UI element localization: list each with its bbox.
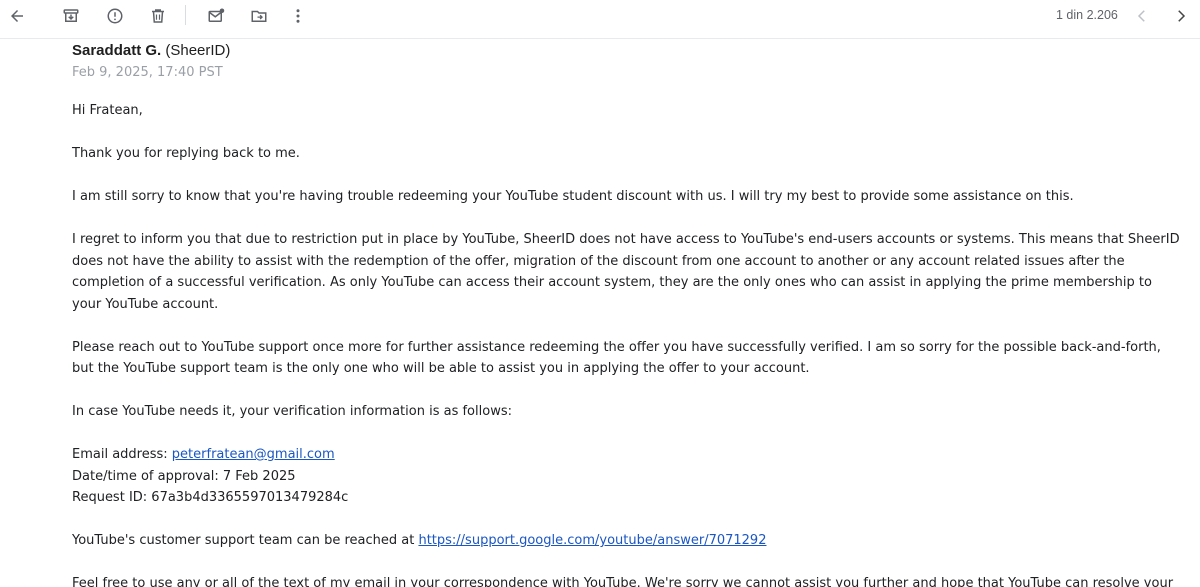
message-counter: 1 din 2.206 (1056, 8, 1118, 22)
newer-button[interactable] (1170, 5, 1192, 27)
mark-unread-button[interactable] (205, 5, 227, 27)
move-to-button[interactable] (248, 5, 270, 27)
chevron-right-icon (1178, 10, 1186, 22)
delete-button[interactable] (147, 5, 169, 27)
message-body: Hi Fratean, Thank you for replying back … (72, 100, 1182, 587)
body-paragraph-1: Thank you for replying back to me. (72, 146, 300, 161)
report-spam-button[interactable] (104, 5, 126, 27)
support-link[interactable]: https://support.google.com/youtube/answe… (418, 533, 766, 548)
archive-icon (63, 9, 79, 22)
back-button[interactable] (6, 5, 28, 27)
arrow-left-icon (11, 10, 23, 22)
support-text: YouTube's customer support team can be r… (72, 533, 419, 548)
report-spam-icon (107, 8, 123, 24)
sender-name[interactable]: Saraddatt G. (72, 42, 161, 59)
approval-line: Date/time of approval: 7 Feb 2025 (72, 468, 296, 484)
more-vertical-icon (296, 9, 300, 23)
body-paragraph-3: I regret to inform you that due to restr… (72, 232, 1180, 312)
trash-icon (152, 9, 164, 23)
toolbar: 1 din 2.206 (0, 0, 1200, 39)
archive-button[interactable] (60, 5, 82, 27)
chevron-left-icon (1137, 10, 1145, 22)
mark-unread-icon (208, 8, 225, 22)
older-button[interactable] (1131, 5, 1153, 27)
greeting: Hi Fratean, (72, 103, 143, 118)
request-id-line: Request ID: 67a3b4d3365597013479284c (72, 490, 349, 505)
body-paragraph-5: In case YouTube needs it, your verificat… (72, 404, 512, 419)
message-date: Feb 9, 2025, 17:40 PST (72, 65, 223, 80)
support-line: YouTube's customer support team can be r… (72, 530, 1182, 552)
email-line: Email address: peterfratean@gmail.com (72, 444, 1182, 466)
sender-org: (SheerID) (161, 42, 231, 59)
more-options-button[interactable] (287, 5, 309, 27)
email-link[interactable]: peterfratean@gmail.com (172, 447, 335, 462)
email-label: Email address: (72, 447, 172, 462)
body-paragraph-last: Feel free to use any or all of the text … (72, 576, 1174, 587)
move-to-folder-icon (251, 10, 267, 22)
sender: Saraddatt G. (SheerID) (72, 42, 230, 59)
toolbar-divider (185, 5, 186, 25)
body-paragraph-2: I am still sorry to know that you're hav… (72, 189, 1074, 204)
body-paragraph-4: Please reach out to YouTube support once… (72, 339, 1161, 377)
